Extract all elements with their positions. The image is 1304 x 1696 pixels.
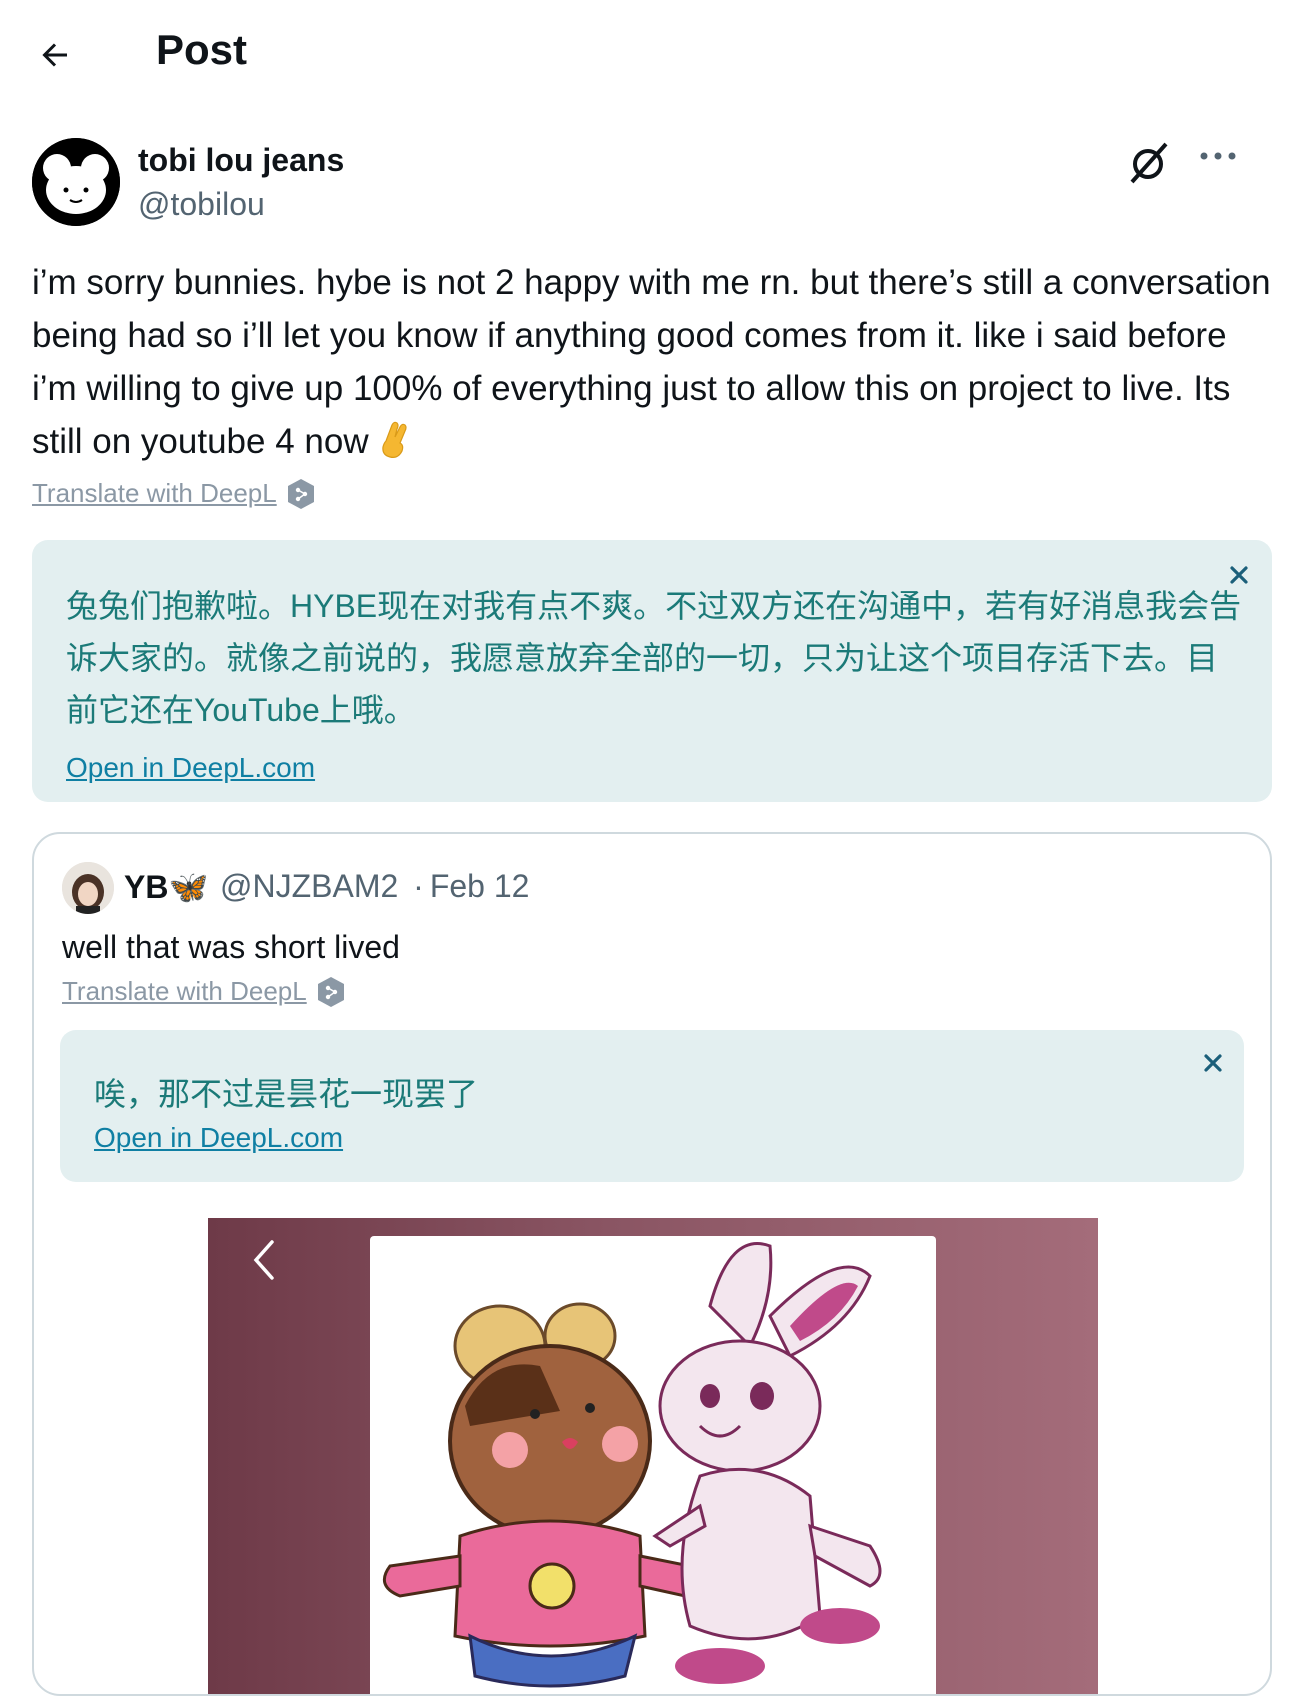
- arrow-left-icon: [42, 43, 67, 67]
- quoted-translation-text: 唉，那不过是昙花一现罢了: [94, 1076, 479, 1112]
- user-handle[interactable]: @tobilou: [138, 186, 265, 223]
- translation-text: 兔兔们抱歉啦。HYBE现在对我有点不爽。不过双方还在沟通中，若有好消息我会告诉大…: [66, 588, 1242, 728]
- quoted-translation-box: 唉，那不过是昙花一现罢了 Open in DeepL.com: [60, 1030, 1244, 1182]
- meta-separator: ·: [413, 868, 424, 904]
- translation-box: 兔兔们抱歉啦。HYBE现在对我有点不爽。不过双方还在沟通中，若有好消息我会告诉大…: [32, 540, 1272, 802]
- illustration: [382, 1242, 882, 1688]
- post-author: tobi lou jeans @tobilou: [32, 138, 1272, 228]
- quoted-display-name: YB🦋: [124, 869, 209, 905]
- crossed-fingers-emoji: [378, 419, 412, 459]
- open-in-deepl-link[interactable]: Open in DeepL.com: [66, 752, 315, 784]
- chevron-left-icon: [253, 1240, 274, 1280]
- quoted-translate-row: Translate with DeepL: [62, 976, 345, 1008]
- quoted-text: well that was short lived: [62, 929, 400, 965]
- deepl-icon: [287, 478, 315, 510]
- quoted-post[interactable]: YB🦋 @NJZBAM2 · Feb 12 well that was short…: [32, 832, 1272, 1696]
- avatar-image: [32, 138, 120, 226]
- close-icon: [1230, 566, 1248, 584]
- close-icon: [1204, 1054, 1222, 1072]
- quoted-translate-with-deepl-link[interactable]: Translate with DeepL: [62, 976, 307, 1006]
- more-button[interactable]: [1192, 140, 1244, 188]
- grok-button[interactable]: [1124, 138, 1176, 190]
- close-translation-button[interactable]: [1224, 560, 1254, 590]
- quoted-media[interactable]: [208, 1218, 1098, 1694]
- page-title: Post: [156, 26, 248, 73]
- grok-icon: [1130, 142, 1168, 184]
- deepl-icon: [317, 976, 345, 1008]
- quoted-date: Feb 12: [429, 868, 530, 904]
- avatar[interactable]: [32, 138, 120, 226]
- quoted-handle: @NJZBAM2: [220, 868, 399, 904]
- translate-row: Translate with DeepL: [32, 478, 315, 510]
- display-name[interactable]: tobi lou jeans: [138, 142, 344, 179]
- top-bar: Post: [0, 0, 1304, 110]
- post-text: i’m sorry bunnies. hybe is not 2 happy w…: [32, 263, 1271, 461]
- translate-with-deepl-link[interactable]: Translate with DeepL: [32, 478, 277, 508]
- quoted-open-in-deepl-link[interactable]: Open in DeepL.com: [94, 1122, 343, 1154]
- back-button[interactable]: [30, 30, 80, 80]
- quoted-avatar: [62, 862, 114, 914]
- media-image: [370, 1236, 936, 1694]
- more-icon: [1200, 152, 1236, 160]
- quoted-meta: @NJZBAM2 · Feb 12: [220, 868, 529, 905]
- close-quoted-translation-button[interactable]: [1198, 1048, 1228, 1078]
- media-prev-button[interactable]: [242, 1232, 286, 1288]
